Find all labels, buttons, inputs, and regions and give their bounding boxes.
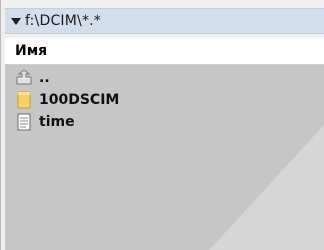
up-folder-icon [15,68,33,88]
list-item-label: 100DSCIM [39,92,120,108]
dropdown-arrow-icon[interactable] [11,17,21,25]
folder-icon [15,90,33,110]
file-panel: f:\DCIM\*.* Имя .. 100DSCIM time [0,0,324,250]
list-item-up[interactable]: .. [5,67,324,89]
path-bar[interactable]: f:\DCIM\*.* [5,8,324,34]
list-item-folder[interactable]: 100DSCIM [5,89,324,111]
list-item-label: time [39,114,75,130]
column-header-row: Имя [5,38,324,65]
file-list[interactable]: .. 100DSCIM time [5,65,324,250]
list-item-file[interactable]: time [5,111,324,133]
path-text: f:\DCIM\*.* [25,13,101,29]
file-icon [15,112,33,132]
list-item-label: .. [39,70,50,86]
column-header-name[interactable]: Имя [15,43,47,59]
